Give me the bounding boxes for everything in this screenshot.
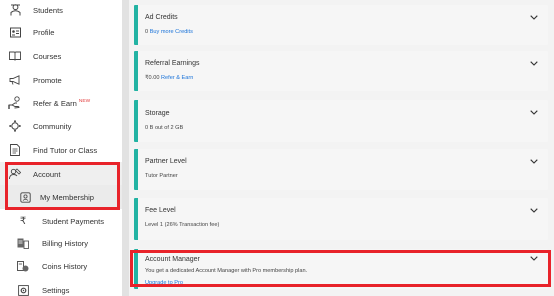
card-text: 0 Buy more Credits [145, 29, 193, 35]
card-account-manager[interactable]: Account Manager You get a dedicated Acco… [134, 249, 548, 289]
divider-strip [122, 0, 129, 296]
sidebar-item-label: Courses [33, 51, 62, 61]
sidebar-item-community[interactable]: Community [0, 114, 122, 138]
account-icon [9, 168, 21, 180]
sidebar-item-billing-history[interactable]: Billing History [0, 231, 122, 255]
sidebar-item-label: My Membership [40, 192, 95, 202]
sidebar-item-label: Settings [42, 285, 70, 295]
card-ad-credits[interactable]: Ad Credits 0 Buy more Credits [134, 5, 548, 45]
chevron-down-icon[interactable] [529, 157, 538, 165]
courses-icon [9, 50, 21, 62]
card-title: Ad Credits [145, 14, 178, 21]
promote-icon [9, 74, 21, 86]
sidebar-item-find-tutor[interactable]: Find Tutor or Class [0, 138, 122, 162]
card-referral-earnings[interactable]: Referral Earnings ₹0.00 Refer & Earn [134, 51, 548, 91]
card-fee-level[interactable]: Fee Level Level 1 (26% Transaction fee) [134, 198, 548, 240]
refer-label-text: Refer & Earn [33, 98, 77, 108]
chevron-down-icon[interactable] [529, 13, 538, 21]
card-text: ₹0.00 Refer & Earn [145, 75, 193, 81]
sidebar-item-refer-earn[interactable]: Refer & Earn NEW [0, 91, 122, 115]
sidebar-item-label: Promote [33, 75, 62, 85]
chevron-down-icon[interactable] [529, 254, 538, 262]
coins-icon [17, 260, 29, 272]
sidebar-item-label: Coins History [42, 261, 88, 271]
sidebar-item-label: Account [33, 169, 61, 179]
sidebar-item-label: Find Tutor or Class [33, 145, 98, 155]
refer-icon [8, 96, 22, 110]
sidebar-item-account[interactable]: Account [0, 162, 122, 186]
sidebar-item-profile[interactable]: Profile [0, 20, 122, 44]
card-storage[interactable]: Storage 0 B out of 2 GB [134, 100, 548, 142]
community-icon [9, 120, 21, 132]
sidebar-item-label: Student Payments [42, 216, 105, 226]
rupee-icon: ₹ [19, 215, 27, 227]
chevron-down-icon[interactable] [529, 108, 538, 116]
card-value: ₹0.00 [145, 75, 160, 81]
sidebar-item-coins-history[interactable]: Coins History [0, 254, 122, 278]
find-tutor-icon [9, 144, 21, 156]
sidebar-item-label: Students [33, 5, 63, 15]
buy-credits-link[interactable]: Buy more Credits [150, 29, 193, 35]
refer-earn-link[interactable]: Refer & Earn [161, 75, 193, 81]
sidebar-item-label: Refer & Earn NEW [33, 99, 90, 108]
chevron-down-icon[interactable] [529, 206, 538, 214]
chevron-down-icon[interactable] [529, 59, 538, 67]
card-text: Tutor Partner [145, 173, 178, 179]
card-text: Level 1 (26% Transaction fee) [145, 222, 220, 228]
billing-icon [17, 237, 29, 249]
membership-icon [19, 191, 31, 203]
card-title: Account Manager [145, 256, 200, 263]
card-text: 0 B out of 2 GB [145, 125, 184, 131]
sidebar-item-settings[interactable]: Settings [0, 278, 122, 296]
sidebar-item-label: Billing History [42, 238, 88, 248]
card-text: You get a dedicated Account Manager with… [145, 268, 308, 274]
sidebar-item-courses[interactable]: Courses [0, 44, 122, 68]
sidebar-item-label: Profile [33, 27, 55, 37]
card-title: Referral Earnings [145, 60, 200, 67]
sidebar-item-label: Community [33, 121, 72, 131]
sidebar-item-students[interactable]: Students [0, 0, 122, 22]
card-title: Storage [145, 110, 170, 117]
card-title: Partner Level [145, 158, 187, 165]
sidebar: Students Profile Courses Promote Refer &… [0, 0, 122, 296]
upgrade-pro-link[interactable]: Upgrade to Pro [145, 280, 183, 286]
new-badge: NEW [78, 98, 91, 104]
settings-icon [17, 284, 29, 296]
profile-icon [9, 26, 21, 38]
card-title: Fee Level [145, 207, 176, 214]
sidebar-item-student-payments[interactable]: ₹ Student Payments [0, 209, 122, 233]
sidebar-item-promote[interactable]: Promote [0, 68, 122, 92]
card-value: 0 [145, 29, 149, 35]
card-partner-level[interactable]: Partner Level Tutor Partner [134, 149, 548, 190]
students-icon [9, 4, 21, 16]
sidebar-item-my-membership[interactable]: My Membership [0, 185, 122, 209]
